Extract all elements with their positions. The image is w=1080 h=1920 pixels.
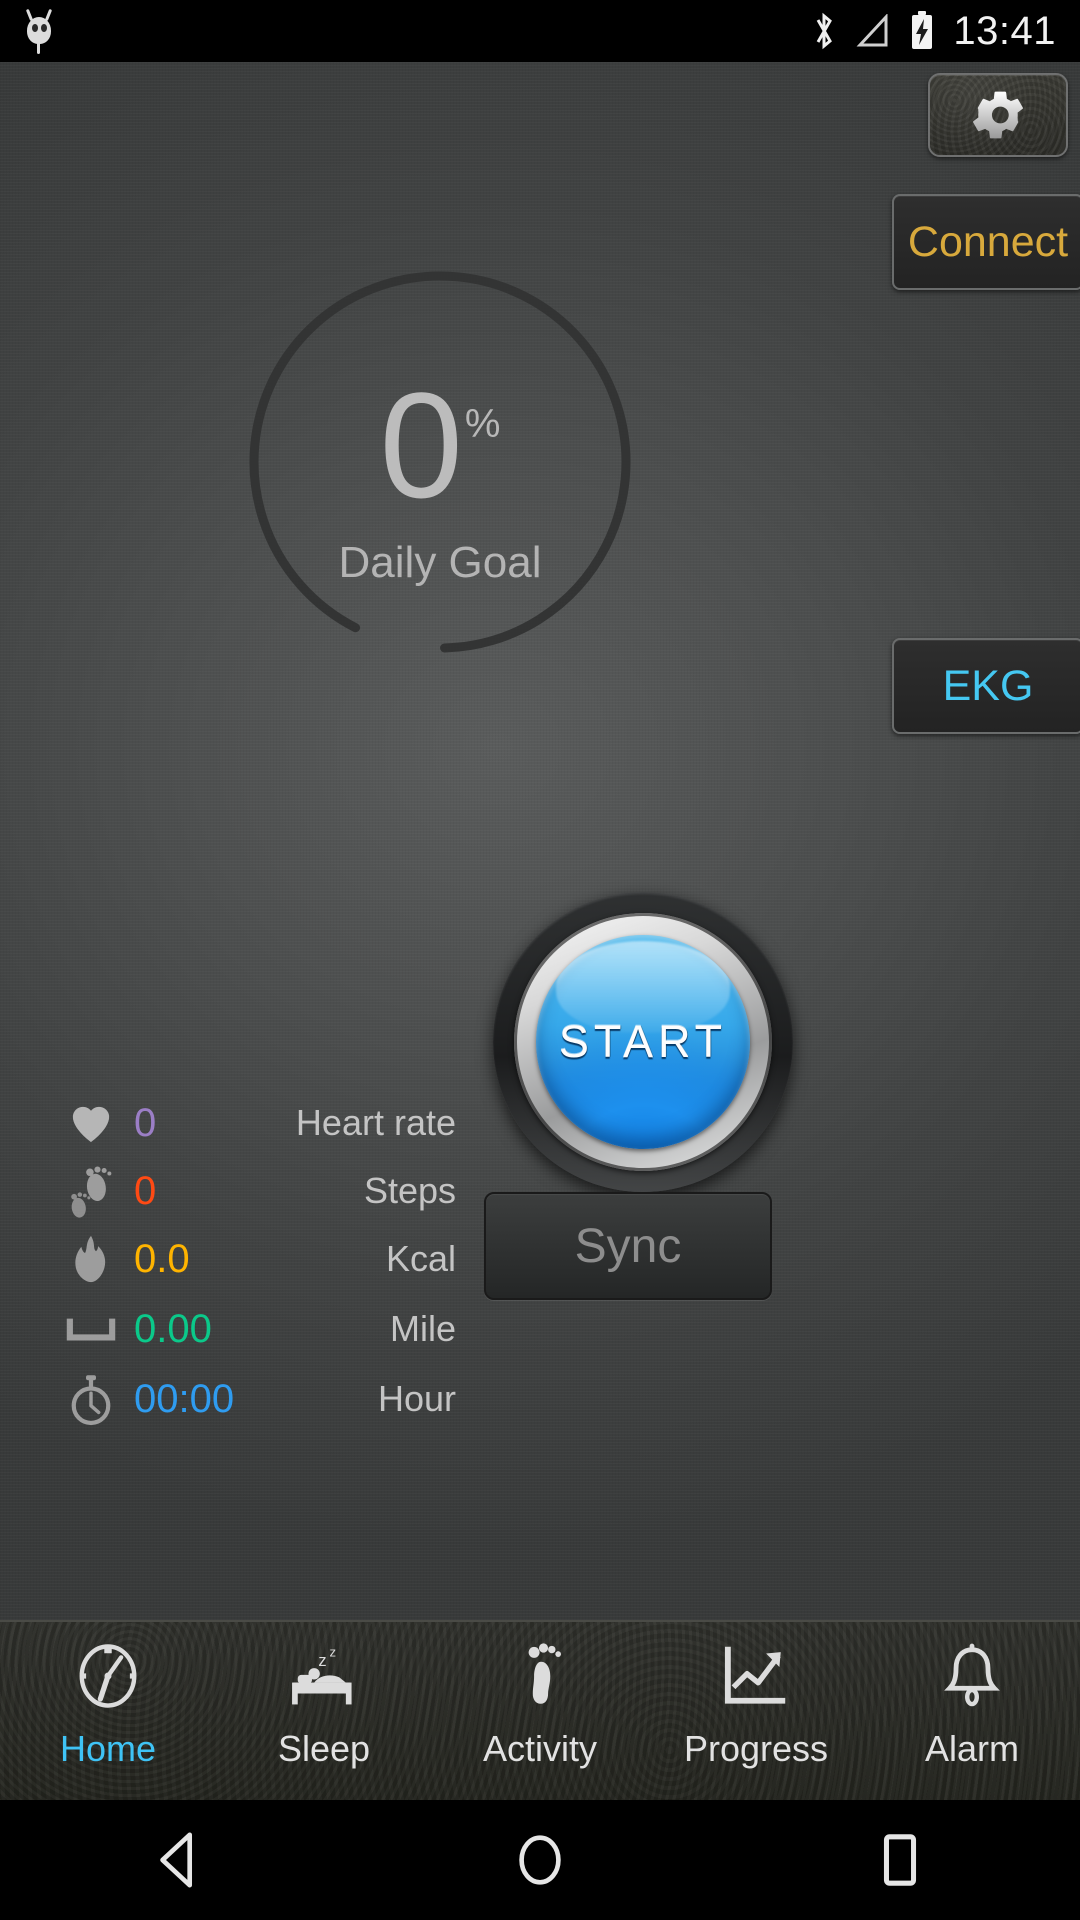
bell-icon bbox=[941, 1640, 1003, 1712]
bottom-navigation: Home z z Sleep Activity Progress Alarm bbox=[0, 1620, 1080, 1800]
status-bar-clock: 13:41 bbox=[953, 8, 1056, 53]
sync-label: Sync bbox=[574, 1219, 682, 1273]
stat-value-heart-rate: 0 bbox=[134, 1100, 157, 1145]
back-triangle-icon bbox=[160, 1832, 193, 1888]
nav-item-sleep[interactable]: z z Sleep bbox=[216, 1622, 432, 1802]
status-bar: 13:41 bbox=[0, 0, 1080, 62]
daily-goal-value: 0 bbox=[379, 361, 462, 529]
stat-label-mile: Mile bbox=[389, 1308, 456, 1349]
sync-button[interactable]: Sync bbox=[484, 1192, 772, 1300]
nav-label-sleep: Sleep bbox=[277, 1728, 371, 1769]
footprints-icon bbox=[56, 1164, 126, 1218]
daily-goal-center: 0 % Daily Goal bbox=[246, 268, 634, 656]
recents-button[interactable] bbox=[720, 1831, 1080, 1889]
start-button-dome: START bbox=[536, 935, 750, 1149]
stat-label-kcal: Kcal bbox=[385, 1238, 456, 1279]
app-owl-icon bbox=[24, 8, 54, 54]
stat-value-hour: 00:00 bbox=[134, 1376, 235, 1421]
stat-row-heart-rate: 0 Heart rate bbox=[56, 1092, 456, 1154]
battery-charging-icon bbox=[912, 11, 933, 49]
stat-label-steps: Steps bbox=[363, 1170, 456, 1211]
app-content: Connect 0 % Daily Goal EKG 0 Heart rate … bbox=[0, 62, 1080, 1620]
status-bar-left bbox=[0, 8, 54, 54]
bed-sleep-icon: z z bbox=[286, 1640, 362, 1712]
gear-icon bbox=[973, 91, 1023, 139]
nav-item-progress[interactable]: Progress bbox=[648, 1622, 864, 1802]
nav-item-activity[interactable]: Activity bbox=[432, 1622, 648, 1802]
ekg-button[interactable]: EKG bbox=[892, 638, 1080, 734]
stat-row-kcal: 0.0 Kcal bbox=[56, 1228, 456, 1290]
distance-icon bbox=[56, 1315, 126, 1343]
daily-goal-unit: % bbox=[464, 402, 501, 446]
nav-label-alarm: Alarm bbox=[924, 1728, 1019, 1769]
ekg-label: EKG bbox=[942, 661, 1034, 710]
daily-goal-label: Daily Goal bbox=[338, 538, 542, 587]
stopwatch-icon bbox=[56, 1372, 126, 1426]
heart-icon bbox=[56, 1102, 126, 1144]
stat-value-steps: 0 bbox=[134, 1168, 157, 1213]
start-label: START bbox=[558, 1016, 728, 1067]
recents-square-icon bbox=[883, 1834, 917, 1886]
flame-icon bbox=[56, 1234, 126, 1284]
nav-item-home[interactable]: Home bbox=[0, 1622, 216, 1802]
nav-label-progress: Progress bbox=[683, 1728, 829, 1769]
start-button-bezel: START bbox=[514, 913, 772, 1171]
start-button[interactable]: START bbox=[493, 892, 793, 1192]
android-navigation-bar bbox=[0, 1800, 1080, 1920]
nav-label-activity: Activity bbox=[482, 1728, 597, 1769]
connect-button[interactable]: Connect bbox=[892, 194, 1080, 290]
stat-label-hour: Hour bbox=[377, 1378, 456, 1419]
stat-value-mile: 0.00 bbox=[134, 1306, 212, 1351]
stat-row-mile: 0.00 Mile bbox=[56, 1298, 456, 1360]
bluetooth-icon bbox=[817, 12, 833, 50]
status-bar-right: 13:41 bbox=[809, 9, 1080, 54]
stat-row-hour: 00:00 Hour bbox=[56, 1368, 456, 1430]
settings-button[interactable] bbox=[928, 73, 1068, 157]
stat-label-heart-rate: Heart rate bbox=[295, 1102, 456, 1143]
phone-screen: 13:41 Connect 0 % Daily Goal EKG 0 Heart… bbox=[0, 0, 1080, 1920]
stat-row-steps: 0 Steps bbox=[56, 1160, 456, 1222]
stat-value-kcal: 0.0 bbox=[134, 1236, 190, 1281]
connect-label: Connect bbox=[907, 217, 1069, 266]
nav-item-alarm[interactable]: Alarm bbox=[864, 1622, 1080, 1802]
home-button[interactable] bbox=[360, 1829, 720, 1891]
back-button[interactable] bbox=[0, 1829, 360, 1891]
chart-trend-icon bbox=[720, 1640, 792, 1712]
daily-goal-value-row: 0 % bbox=[379, 370, 500, 520]
svg-text:z: z bbox=[329, 1644, 336, 1659]
footprint-icon bbox=[513, 1640, 567, 1712]
svg-text:z: z bbox=[318, 1652, 326, 1670]
stats-list: 0 Heart rate 0 Steps 0.0 Kcal 0.00 Mile … bbox=[56, 1092, 456, 1430]
signal-icon bbox=[856, 14, 888, 47]
home-circle-icon bbox=[519, 1835, 561, 1885]
speedometer-icon bbox=[75, 1640, 141, 1712]
nav-label-home: Home bbox=[59, 1728, 157, 1769]
